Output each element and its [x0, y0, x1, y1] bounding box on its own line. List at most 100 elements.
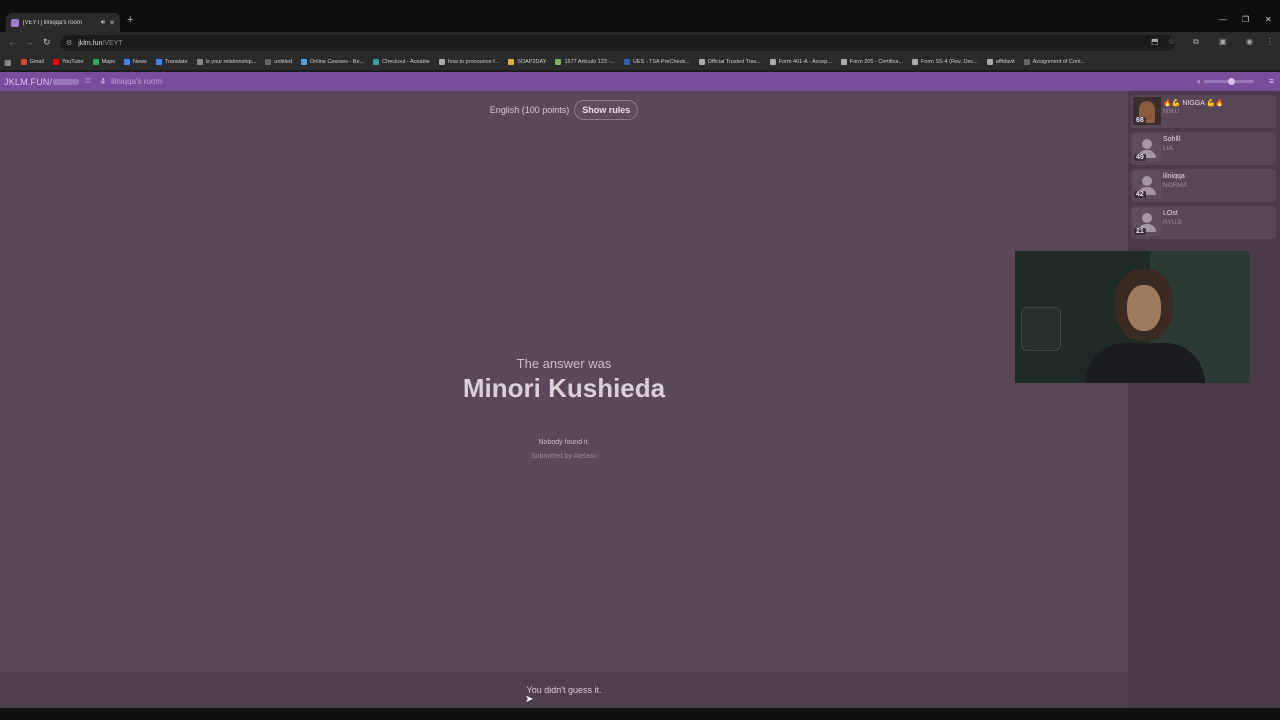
bookmark-item[interactable]: Is your relationship...	[196, 59, 257, 65]
bookmark-item[interactable]: News	[124, 59, 147, 65]
bookmark-item[interactable]: how to pronounce f...	[438, 59, 500, 65]
apps-grid-icon[interactable]: ▦	[4, 58, 12, 67]
bookmark-item[interactable]: Gmail	[20, 59, 44, 65]
player-subname: RYUJI	[1163, 219, 1182, 226]
bookmark-label: Checkout - Aceable	[382, 59, 430, 65]
menu-icon[interactable]: ≡	[1269, 76, 1274, 86]
bookmark-label: UES - TSA PreCheck...	[632, 59, 690, 65]
bookmark-item[interactable]: Online Courses - Be...	[301, 59, 364, 65]
bookmark-item[interactable]: 1577 Articulo 123 -...	[555, 59, 615, 65]
back-icon[interactable]: ←	[8, 37, 17, 47]
game-mode-text: English (100 points)	[489, 105, 570, 115]
bookmark-item[interactable]: Form SS-4 (Rev. Dec...	[912, 59, 978, 65]
default-avatar-icon	[1142, 176, 1152, 186]
player-avatar: 21	[1133, 208, 1161, 236]
volume-icon[interactable]: 🔈︎	[1197, 77, 1202, 87]
bookmark-item[interactable]: Checkout - Aceable	[373, 59, 430, 65]
close-tab-icon[interactable]: ✕	[109, 19, 115, 27]
player-card[interactable]: 68 🔥💪 NIGGA 💪🔥 MIKU	[1131, 95, 1276, 128]
room-name: lilniqqa's room	[111, 77, 162, 86]
sidepanel-icon[interactable]: ▣	[1219, 37, 1227, 46]
player-subname: NORMA	[1163, 182, 1188, 189]
restore-icon[interactable]: ❐	[1242, 15, 1249, 24]
bookmark-item[interactable]: SOAP2DAY	[508, 59, 546, 65]
bookmark-item[interactable]: UES - TSA PreCheck...	[623, 59, 690, 65]
profile-icon[interactable]: ◉	[1246, 37, 1253, 46]
speaker-icon[interactable]: 🔊︎	[101, 19, 105, 27]
mouse-cursor-icon: ➤	[525, 694, 534, 705]
bookmark-favicon-icon	[769, 59, 776, 65]
player-name: LOst	[1163, 210, 1178, 217]
bookmark-favicon-icon	[373, 59, 380, 65]
bookmark-favicon-icon	[508, 59, 515, 65]
bookmark-item[interactable]: affidavit	[986, 59, 1015, 65]
streamer-body	[1085, 343, 1205, 383]
bookmark-favicon-icon	[265, 59, 272, 65]
close-window-icon[interactable]: ✕	[1265, 15, 1272, 24]
install-app-icon[interactable]: ⬒	[1151, 37, 1159, 46]
player-name: 🔥💪 NIGGA 💪🔥	[1163, 100, 1224, 107]
bookmark-label: Official Trusted Trav...	[707, 59, 761, 65]
address-bar[interactable]: ⚙ jklm.fun/VEYT	[60, 35, 1175, 51]
bookmark-item[interactable]: YouTube	[52, 59, 84, 65]
player-score: 42	[1134, 191, 1146, 198]
site-info-icon[interactable]: ⚙	[66, 39, 72, 47]
bookmark-favicon-icon	[438, 59, 445, 65]
guess-status: You didn't guess it.	[526, 685, 602, 695]
forward-icon[interactable]: →	[25, 37, 34, 47]
bookmark-favicon-icon	[20, 59, 27, 65]
rules-line: English (100 points) Show rules	[0, 100, 1128, 120]
bookmark-item[interactable]: Maps	[92, 59, 116, 65]
reload-icon[interactable]: ↻	[43, 37, 51, 48]
bookmark-item[interactable]: Form 205 - Certifica...	[840, 59, 903, 65]
bookmark-label: Is your relationship...	[205, 59, 257, 65]
player-card[interactable]: 21 LOst RYUJI	[1131, 206, 1276, 239]
webcam-overlay	[1015, 251, 1250, 383]
player-name: Sohlll	[1163, 136, 1181, 143]
submitted-by-text: Submitted by Atelasu	[531, 453, 597, 460]
bookmark-item[interactable]: Form 401-A - Accep...	[769, 59, 832, 65]
bookmark-item[interactable]: untitled	[265, 59, 292, 65]
player-card[interactable]: 42 lilniqqa NORMA	[1131, 169, 1276, 202]
bookmark-favicon-icon	[1023, 59, 1030, 65]
bookmark-favicon-icon	[301, 59, 308, 65]
streamer-face	[1127, 285, 1161, 331]
volume-slider-knob[interactable]	[1228, 78, 1235, 85]
player-card[interactable]: 49 Sohlll LIA	[1131, 132, 1276, 165]
minimize-icon[interactable]: —	[1219, 15, 1227, 24]
new-tab-icon[interactable]: +	[127, 14, 133, 26]
bookmark-label: Form SS-4 (Rev. Dec...	[921, 59, 978, 65]
bookmark-item[interactable]: Assignment of Cont...	[1023, 59, 1086, 65]
bookmark-favicon-icon	[155, 59, 162, 65]
bookmark-label: how to pronounce f...	[447, 59, 500, 65]
bookmark-label: SOAP2DAY	[517, 59, 547, 65]
volume-slider[interactable]	[1204, 78, 1254, 85]
bookmark-favicon-icon	[698, 59, 705, 65]
screen-bottom-edge	[0, 708, 1280, 720]
menu-kebab-icon[interactable]: ⋮	[1266, 37, 1274, 46]
bookmark-star-icon[interactable]: ☆	[1168, 37, 1175, 46]
bookmark-label: News	[133, 59, 147, 65]
player-count: 4	[100, 77, 106, 86]
player-score: 68	[1134, 117, 1146, 124]
bookmark-favicon-icon	[196, 59, 203, 65]
answer-label: The answer was	[516, 356, 612, 371]
player-subname: MIKU	[1163, 108, 1180, 115]
jklm-favicon-icon	[11, 18, 19, 27]
bookmark-label: Maps	[101, 59, 116, 65]
bookmark-item[interactable]: Translate	[155, 59, 188, 65]
player-avatar: 49	[1133, 134, 1161, 162]
bookmark-favicon-icon	[840, 59, 847, 65]
bookmark-item[interactable]: Official Trusted Trav...	[698, 59, 761, 65]
bookmark-label: YouTube	[61, 59, 84, 65]
bookmark-label: Assignment of Cont...	[1032, 59, 1086, 65]
show-rules-button[interactable]: Show rules	[574, 100, 639, 120]
lock-icon[interactable]: ⚿	[85, 78, 90, 86]
bookmark-favicon-icon	[52, 59, 59, 65]
answer-text: Minori Kushieda	[462, 373, 666, 403]
browser-tab[interactable]: [VEYT] lilniqqa's room 🔊︎ ✕	[6, 13, 120, 32]
bookmark-label: untitled	[274, 59, 293, 65]
extensions-icon[interactable]: ⧉	[1193, 37, 1199, 47]
player-score: 49	[1134, 154, 1146, 161]
site-brand[interactable]: JKLM.FUN/	[4, 77, 80, 87]
